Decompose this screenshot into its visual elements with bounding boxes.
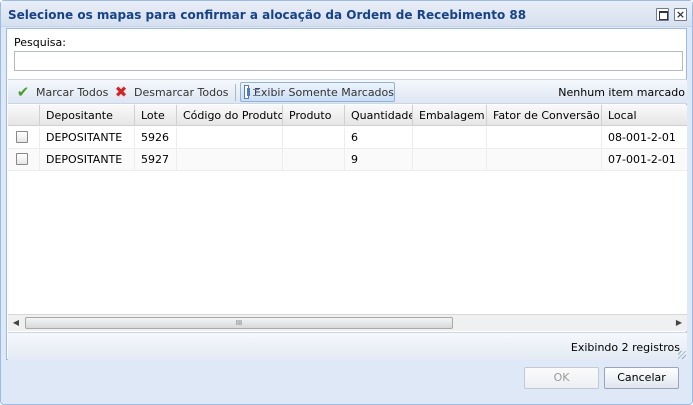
maps-grid: Depositante Lote Código do Produto Produ…	[8, 105, 687, 329]
scroll-left-icon[interactable]: ◀	[11, 318, 21, 328]
column-header-local[interactable]: Local	[602, 105, 687, 126]
cell-embalagem	[413, 127, 487, 149]
dialog-title: Selecione os mapas para confirmar a aloc…	[8, 8, 527, 22]
show-checked-only-toggle[interactable]: Exibir Somente Marcados	[240, 82, 395, 102]
row-checkbox-cell	[8, 149, 40, 171]
row-checkbox-cell	[8, 127, 40, 149]
cell-local: 08-001-2-01	[608, 131, 676, 144]
column-header-lote[interactable]: Lote	[135, 105, 177, 126]
cancel-button[interactable]: Cancelar	[604, 367, 679, 389]
cell-embalagem	[413, 149, 487, 171]
table-row[interactable]: DEPOSITANTE 5927 9 07-001-2-01	[8, 149, 687, 171]
cell-depositante: DEPOSITANTE	[40, 127, 135, 149]
dialog-window: Selecione os mapas para confirmar a aloc…	[0, 0, 693, 405]
column-header-codigo-produto[interactable]: Código do Produto	[177, 105, 283, 126]
row-checkbox[interactable]	[16, 131, 28, 143]
column-header-depositante[interactable]: Depositante	[40, 105, 135, 126]
column-header-produto[interactable]: Produto	[283, 105, 345, 126]
cell-lote: 5926	[135, 127, 177, 149]
table-row[interactable]: DEPOSITANTE 5926 6 08-001-2-01	[8, 127, 687, 149]
cell-quantidade: 9	[345, 149, 413, 171]
resize-grip-icon[interactable]	[678, 351, 686, 359]
maximize-icon[interactable]	[656, 8, 669, 21]
list-icon	[244, 85, 259, 99]
column-header-quantidade[interactable]: Quantidade	[345, 105, 413, 126]
record-count-text: Exibindo 2 registros	[570, 341, 680, 354]
column-header-embalagem[interactable]: Embalagem	[413, 105, 487, 126]
column-header-fator-conversao[interactable]: Fator de Conversão	[487, 105, 602, 126]
scrollbar-thumb[interactable]: III	[25, 317, 453, 329]
cell-quantidade: 6	[345, 127, 413, 149]
cell-fator-conversao	[487, 127, 602, 149]
column-header-checkbox	[8, 105, 40, 126]
cell-lote: 5927	[135, 149, 177, 171]
cell-depositante: DEPOSITANTE	[40, 149, 135, 171]
close-icon[interactable]: ×	[674, 8, 687, 21]
cross-icon: ✖	[114, 83, 128, 101]
cell-codigo-produto	[177, 149, 283, 171]
dialog-titlebar[interactable]: Selecione os mapas para confirmar a aloc…	[1, 1, 692, 27]
cell-produto	[283, 127, 345, 149]
paging-bar: Exibindo 2 registros	[8, 332, 687, 360]
checkmark-icon: ✔	[16, 83, 30, 101]
dialog-body: Pesquisa: ✔ Marcar Todos ✖ Desmarcar Tod…	[6, 28, 687, 360]
check-all-label: Marcar Todos	[36, 85, 109, 99]
grid-toolbar: ✔ Marcar Todos ✖ Desmarcar Todos Exibir …	[8, 79, 687, 104]
dialog-footer: OK Cancelar	[1, 361, 692, 401]
cell-local: 07-001-2-01	[608, 153, 676, 166]
uncheck-all-label: Desmarcar Todos	[134, 85, 229, 99]
check-all-button[interactable]: ✔ Marcar Todos	[15, 82, 109, 102]
horizontal-scrollbar[interactable]: ◀ III ▶	[8, 314, 687, 331]
scroll-right-icon[interactable]: ▶	[674, 318, 684, 328]
toolbar-separator	[235, 84, 236, 101]
cell-codigo-produto	[177, 127, 283, 149]
cell-fator-conversao	[487, 149, 602, 171]
cell-produto	[283, 149, 345, 171]
grid-header: Depositante Lote Código do Produto Produ…	[8, 105, 687, 126]
ok-button[interactable]: OK	[524, 367, 599, 389]
show-checked-only-label: Exibir Somente Marcados	[253, 85, 394, 99]
uncheck-all-button[interactable]: ✖ Desmarcar Todos	[113, 82, 229, 102]
search-input[interactable]	[14, 51, 683, 71]
checked-status-text: Nenhum item marcado	[558, 86, 685, 99]
search-label: Pesquisa:	[14, 36, 66, 49]
row-checkbox[interactable]	[16, 153, 28, 165]
